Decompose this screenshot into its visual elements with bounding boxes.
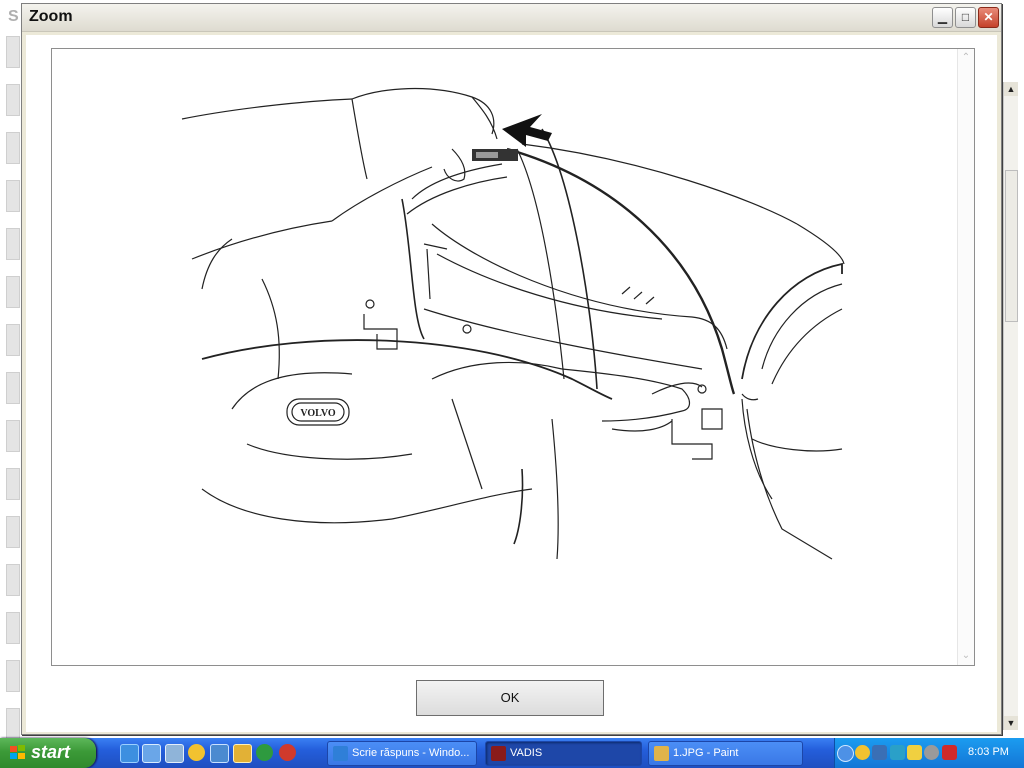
- app-quicklaunch-icon[interactable]: [279, 744, 296, 761]
- security-alert-tray-icon[interactable]: [907, 745, 922, 760]
- close-icon: ✕: [983, 10, 994, 24]
- task-label: Scrie răspuns - Windo...: [352, 747, 470, 759]
- image-scrollbar[interactable]: ⌃ ⌄: [957, 49, 974, 665]
- tray-expand-icon[interactable]: [837, 745, 854, 762]
- paint-icon: [654, 746, 669, 761]
- task-button-vadis[interactable]: VADIS: [485, 741, 642, 766]
- minimize-icon: ▁: [937, 10, 948, 24]
- close-button[interactable]: ✕: [978, 7, 999, 28]
- background-scrollbar[interactable]: ▲ ▼: [1003, 82, 1018, 730]
- steering-wheel-badge-text: VOLVO: [300, 408, 336, 419]
- ie-alt-quicklaunch-icon[interactable]: [142, 744, 161, 763]
- messenger-tray-icon[interactable]: [855, 745, 870, 760]
- scroll-down-arrow-icon[interactable]: ▼: [1004, 716, 1018, 730]
- dialog-client-area: VOLVO ⌃ ⌄ OK: [26, 35, 997, 732]
- task-button-paint[interactable]: 1.JPG - Paint: [648, 741, 803, 766]
- bluetooth-tray-icon[interactable]: [890, 745, 905, 760]
- image-scroll-up-icon[interactable]: ⌃: [958, 50, 974, 66]
- start-button[interactable]: start: [0, 738, 96, 768]
- background-side-list: [6, 36, 20, 740]
- ie-quicklaunch-icon[interactable]: [120, 744, 139, 763]
- task-button-ie[interactable]: Scrie răspuns - Windo...: [327, 741, 477, 766]
- start-label: start: [31, 742, 71, 762]
- maximize-icon: □: [961, 10, 970, 24]
- maximize-button[interactable]: □: [955, 7, 976, 28]
- dialog-title: Zoom: [29, 8, 73, 25]
- player-quicklaunch-icon[interactable]: [256, 744, 273, 761]
- moviemaker-quicklaunch-icon[interactable]: [210, 744, 229, 763]
- dialog-titlebar[interactable]: Zoom ▁ □ ✕: [22, 4, 1001, 32]
- windows-flag-icon: [10, 745, 25, 759]
- ie-icon: [333, 746, 348, 761]
- zoomed-image-frame: VOLVO ⌃ ⌄: [51, 48, 975, 666]
- messenger-quicklaunch-icon[interactable]: [188, 744, 205, 761]
- vadis-icon: [491, 746, 506, 761]
- background-scroll-thumb[interactable]: [1005, 170, 1018, 322]
- background-window-title: S: [8, 8, 19, 25]
- ati-tray-icon[interactable]: [942, 745, 957, 760]
- tools-quicklaunch-icon[interactable]: [233, 744, 252, 763]
- scroll-up-arrow-icon[interactable]: ▲: [1004, 82, 1018, 96]
- media-quicklaunch-icon[interactable]: [165, 744, 184, 763]
- image-scroll-down-icon[interactable]: ⌄: [958, 648, 974, 664]
- push-arrow-icon: [472, 114, 552, 161]
- zoom-dialog: Zoom ▁ □ ✕ VOLVO ⌃ ⌄ OK: [21, 3, 1002, 735]
- volume-tray-icon[interactable]: [924, 745, 939, 760]
- task-label: 1.JPG - Paint: [673, 747, 739, 759]
- instrument-panel-removal-illustration: VOLVO: [181, 87, 845, 560]
- network-tray-icon[interactable]: [872, 745, 887, 760]
- ok-button[interactable]: OK: [416, 680, 604, 716]
- system-tray: 8:03 PM: [834, 738, 1024, 768]
- minimize-button[interactable]: ▁: [932, 7, 953, 28]
- taskbar: start Scrie răspuns - Windo... VADIS 1.J…: [0, 738, 1024, 768]
- clock[interactable]: 8:03 PM: [968, 746, 1009, 758]
- task-label: VADIS: [510, 747, 543, 759]
